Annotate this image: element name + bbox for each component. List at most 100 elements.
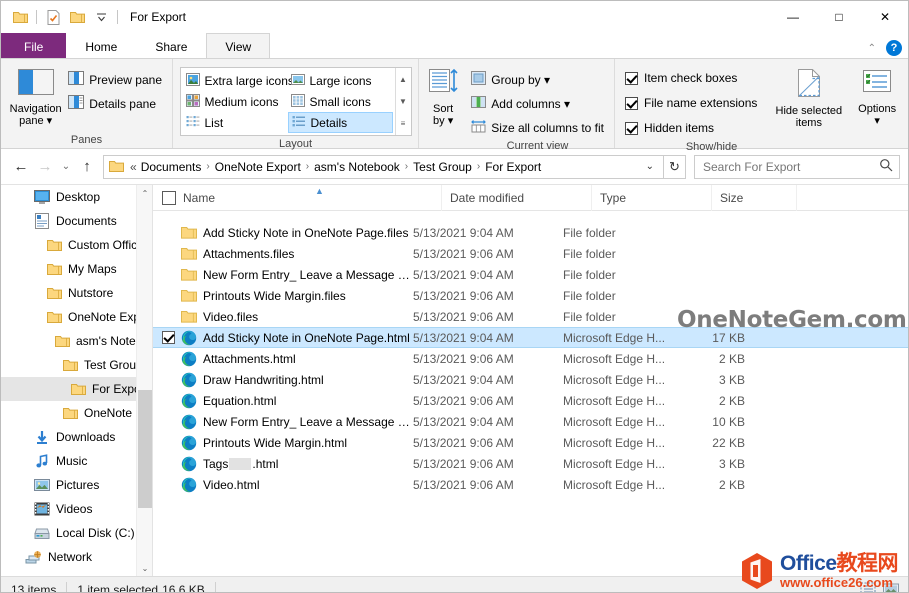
breadcrumb-documents[interactable]: Documents	[138, 160, 205, 174]
close-button[interactable]: ✕	[862, 1, 908, 33]
sidebar-item-my-maps[interactable]: My Maps	[1, 257, 152, 281]
refresh-button[interactable]: ↻	[664, 155, 686, 179]
gallery-scroll-up-icon[interactable]: ▲	[396, 70, 411, 89]
table-row[interactable]: Tags .html 5/13/2021 9:06 AM Microsoft E…	[153, 453, 908, 474]
recent-locations-button[interactable]: ⌄	[57, 155, 75, 179]
sidebar-scrollbar[interactable]: ⌃ ⌄	[136, 185, 152, 576]
navigation-pane-button[interactable]: Navigation pane ▾	[7, 65, 64, 127]
search-box[interactable]: Search For Export	[694, 155, 900, 179]
table-row[interactable]: Add Sticky Note in OneNote Page.html 5/1…	[153, 327, 908, 348]
qat-customize-dropdown-icon[interactable]	[89, 6, 113, 28]
collapse-ribbon-icon[interactable]: ⌃	[868, 43, 876, 54]
breadcrumb-for-export[interactable]: For Export	[482, 160, 544, 174]
table-row[interactable]: Add Sticky Note in OneNote Page.files 5/…	[153, 222, 908, 243]
size-all-columns-button[interactable]: Size all columns to fit	[467, 117, 608, 138]
layout-list[interactable]: List	[183, 112, 288, 133]
tab-home[interactable]: Home	[66, 33, 136, 59]
hidden-items-option[interactable]: Hidden items	[621, 117, 761, 139]
breadcrumb-sep-2[interactable]: ›	[403, 161, 410, 172]
sidebar-item-videos[interactable]: Videos	[1, 497, 152, 521]
table-row[interactable]: Attachments.files 5/13/2021 9:06 AM File…	[153, 243, 908, 264]
breadcrumb-sep-3[interactable]: ›	[475, 161, 482, 172]
row-checkbox[interactable]	[162, 331, 175, 344]
table-row[interactable]: Video.files 5/13/2021 9:06 AM File folde…	[153, 306, 908, 327]
tab-file[interactable]: File	[1, 33, 66, 59]
breadcrumb-test-group[interactable]: Test Group	[410, 160, 475, 174]
hide-selected-items-button[interactable]: Hide selected items	[775, 65, 842, 129]
table-row[interactable]: Equation.html 5/13/2021 9:06 AM Microsof…	[153, 390, 908, 411]
large-icons-view-button[interactable]	[882, 581, 900, 593]
table-row[interactable]: New Form Entry_ Leave a Message For... 5…	[153, 411, 908, 432]
sidebar-scroll-thumb[interactable]	[138, 390, 152, 508]
file-name-extensions-checkbox[interactable]	[625, 97, 638, 110]
add-columns-button[interactable]: Add columns ▾	[467, 93, 608, 114]
qat-new-folder-icon[interactable]	[65, 6, 89, 28]
group-by-button[interactable]: Group by ▾	[467, 69, 608, 90]
table-row[interactable]: Draw Handwriting.html 5/13/2021 9:04 AM …	[153, 369, 908, 390]
search-input[interactable]: Search For Export	[703, 160, 879, 174]
table-row[interactable]: New Form Entry_ Leave a Message For... 5…	[153, 264, 908, 285]
sidebar-scroll-down-icon[interactable]: ⌄	[137, 560, 153, 576]
search-icon[interactable]	[879, 158, 893, 175]
breadcrumb-dropdown-icon[interactable]: ⌄	[639, 161, 661, 172]
up-button[interactable]: ↑	[75, 155, 99, 179]
column-header-date-modified[interactable]: Date modified	[442, 185, 592, 211]
sidebar-item-network[interactable]: Network	[1, 545, 152, 569]
maximize-button[interactable]: □	[816, 1, 862, 33]
table-row[interactable]: Attachments.html 5/13/2021 9:06 AM Micro…	[153, 348, 908, 369]
row-size: 2 KB	[683, 352, 745, 366]
details-pane-button[interactable]: Details pane	[64, 93, 166, 114]
breadcrumb-onenote-export[interactable]: OneNote Export	[212, 160, 304, 174]
breadcrumb-asms-notebook[interactable]: asm's Notebook	[311, 160, 403, 174]
column-header-type[interactable]: Type	[592, 185, 712, 211]
table-row[interactable]: Printouts Wide Margin.html 5/13/2021 9:0…	[153, 432, 908, 453]
layout-small-icons[interactable]: Small icons	[288, 91, 393, 112]
sidebar-item-desktop[interactable]: Desktop	[1, 185, 152, 209]
layout-gallery-scrollbar[interactable]: ▲ ▼ ≡	[395, 68, 411, 135]
sidebar-item-downloads[interactable]: Downloads	[1, 425, 152, 449]
gallery-scroll-down-icon[interactable]: ▼	[396, 92, 411, 111]
breadcrumb-sep-1[interactable]: ›	[304, 161, 311, 172]
sort-by-button[interactable]: Sort by ▾	[425, 65, 461, 127]
minimize-button[interactable]: —	[770, 1, 816, 33]
select-all-checkbox[interactable]	[162, 191, 176, 205]
sidebar-item-onenote-export[interactable]: OneNote Expo	[1, 305, 152, 329]
hidden-items-checkbox[interactable]	[625, 122, 638, 135]
breadcrumb-sep-0[interactable]: ›	[204, 161, 211, 172]
gallery-expand-icon[interactable]: ≡	[396, 114, 411, 133]
breadcrumb-overflow[interactable]: «	[127, 160, 138, 174]
file-name-extensions-option[interactable]: File name extensions	[621, 92, 761, 114]
layout-extra-large-icons[interactable]: Extra large icons	[183, 70, 288, 91]
sidebar-item-onenote-notebooks[interactable]: OneNote Note	[1, 401, 152, 425]
layout-medium-icons[interactable]: Medium icons	[183, 91, 288, 112]
sidebar-item-local-disk-c[interactable]: Local Disk (C:)	[1, 521, 152, 545]
tab-view[interactable]: View	[206, 33, 270, 59]
back-button[interactable]: ←	[9, 155, 33, 179]
table-row[interactable]: Video.html 5/13/2021 9:06 AM Microsoft E…	[153, 474, 908, 495]
column-header-size[interactable]: Size	[712, 185, 797, 211]
details-view-button[interactable]	[860, 581, 878, 593]
forward-button[interactable]: →	[33, 155, 57, 179]
sidebar-item-test-group[interactable]: Test Group	[1, 353, 152, 377]
sidebar-item-music[interactable]: Music	[1, 449, 152, 473]
item-check-boxes-option[interactable]: Item check boxes	[621, 67, 761, 89]
breadcrumb-bar[interactable]: « Documents › OneNote Export › asm's Not…	[103, 155, 664, 179]
item-check-boxes-checkbox[interactable]	[625, 72, 638, 85]
layout-details[interactable]: Details	[288, 112, 393, 133]
sidebar-item-documents[interactable]: Documents	[1, 209, 152, 233]
sidebar-item-pictures[interactable]: Pictures	[1, 473, 152, 497]
column-header-name[interactable]: ▲ Name	[183, 185, 442, 211]
sidebar-item-custom-office[interactable]: Custom Office	[1, 233, 152, 257]
options-button[interactable]: Options ▾	[852, 65, 902, 127]
table-row[interactable]: Printouts Wide Margin.files 5/13/2021 9:…	[153, 285, 908, 306]
sidebar-item-for-export[interactable]: For Export	[1, 377, 152, 401]
tab-share[interactable]: Share	[136, 33, 206, 59]
help-icon[interactable]: ?	[886, 40, 902, 56]
sidebar-item-asms-notebook[interactable]: asm's Notebo	[1, 329, 152, 353]
layout-large-icons[interactable]: Large icons	[288, 70, 393, 91]
sidebar-item-nutstore[interactable]: Nutstore	[1, 281, 152, 305]
qat-folder-icon[interactable]	[8, 6, 32, 28]
preview-pane-button[interactable]: Preview pane	[64, 69, 166, 90]
sidebar-scroll-up-icon[interactable]: ⌃	[137, 185, 153, 201]
qat-properties-icon[interactable]	[41, 6, 65, 28]
